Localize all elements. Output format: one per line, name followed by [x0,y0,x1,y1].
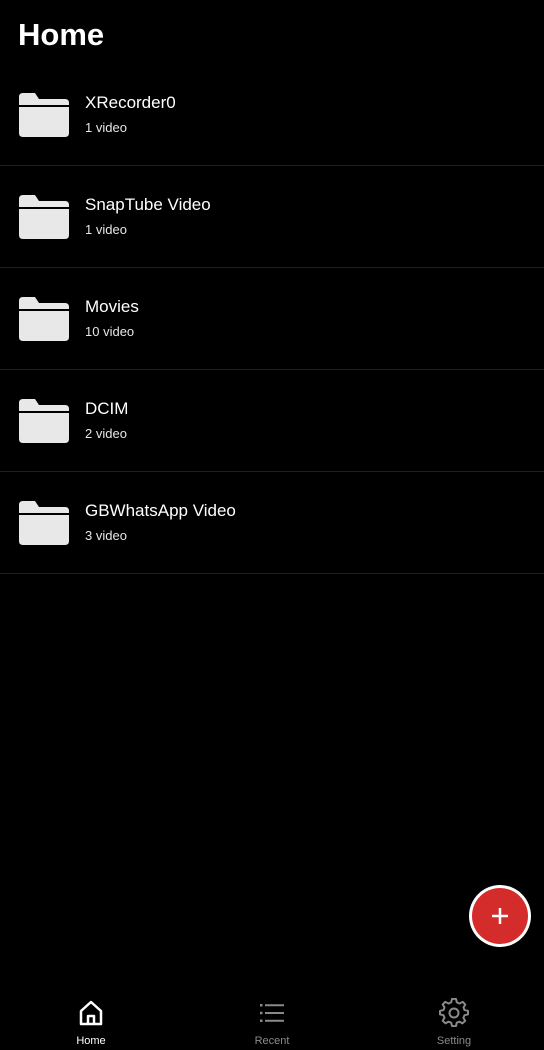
folder-icon [17,399,71,443]
add-button-fill [472,888,528,944]
folder-icon [17,297,71,341]
folder-item[interactable]: GBWhatsApp Video 3 video [0,472,544,574]
folder-name: GBWhatsApp Video [85,501,236,520]
folder-video-count: 1 video [85,120,127,135]
folder-video-count: 2 video [85,426,127,441]
home-icon [76,998,106,1028]
folder-video-count: 10 video [85,324,135,339]
nav-label-recent: Recent [254,1035,290,1047]
folder-name: XRecorder0 [85,93,176,112]
page-title: Home [18,17,105,52]
nav-label-home: Home [76,1035,106,1047]
folder-name: Movies [85,297,139,316]
folder-video-count: 3 video [85,528,127,543]
nav-item-home[interactable]: Home [41,990,141,1050]
folder-name: SnapTube Video [85,195,211,214]
folder-item[interactable]: DCIM 2 video [0,370,544,472]
nav-item-recent[interactable]: Recent [222,990,322,1050]
bottom-nav: Home Recent Setting [0,990,544,1050]
nav-label-setting: Setting [436,1035,472,1047]
gear-icon [439,997,469,1028]
folder-icon [17,501,71,545]
plus-icon [492,908,508,924]
folder-icon [17,195,71,239]
folder-name: DCIM [85,399,129,418]
folder-item[interactable]: Movies 10 video [0,268,544,370]
list-icon [257,998,287,1028]
folder-item[interactable]: SnapTube Video 1 video [0,166,544,268]
folder-video-count: 1 video [85,222,127,237]
nav-item-setting[interactable]: Setting [404,990,504,1050]
add-button[interactable] [469,885,531,947]
folder-list: XRecorder0 1 video SnapTube Video 1 vide… [0,64,544,574]
folder-item[interactable]: XRecorder0 1 video [0,64,544,166]
folder-icon [17,93,71,137]
